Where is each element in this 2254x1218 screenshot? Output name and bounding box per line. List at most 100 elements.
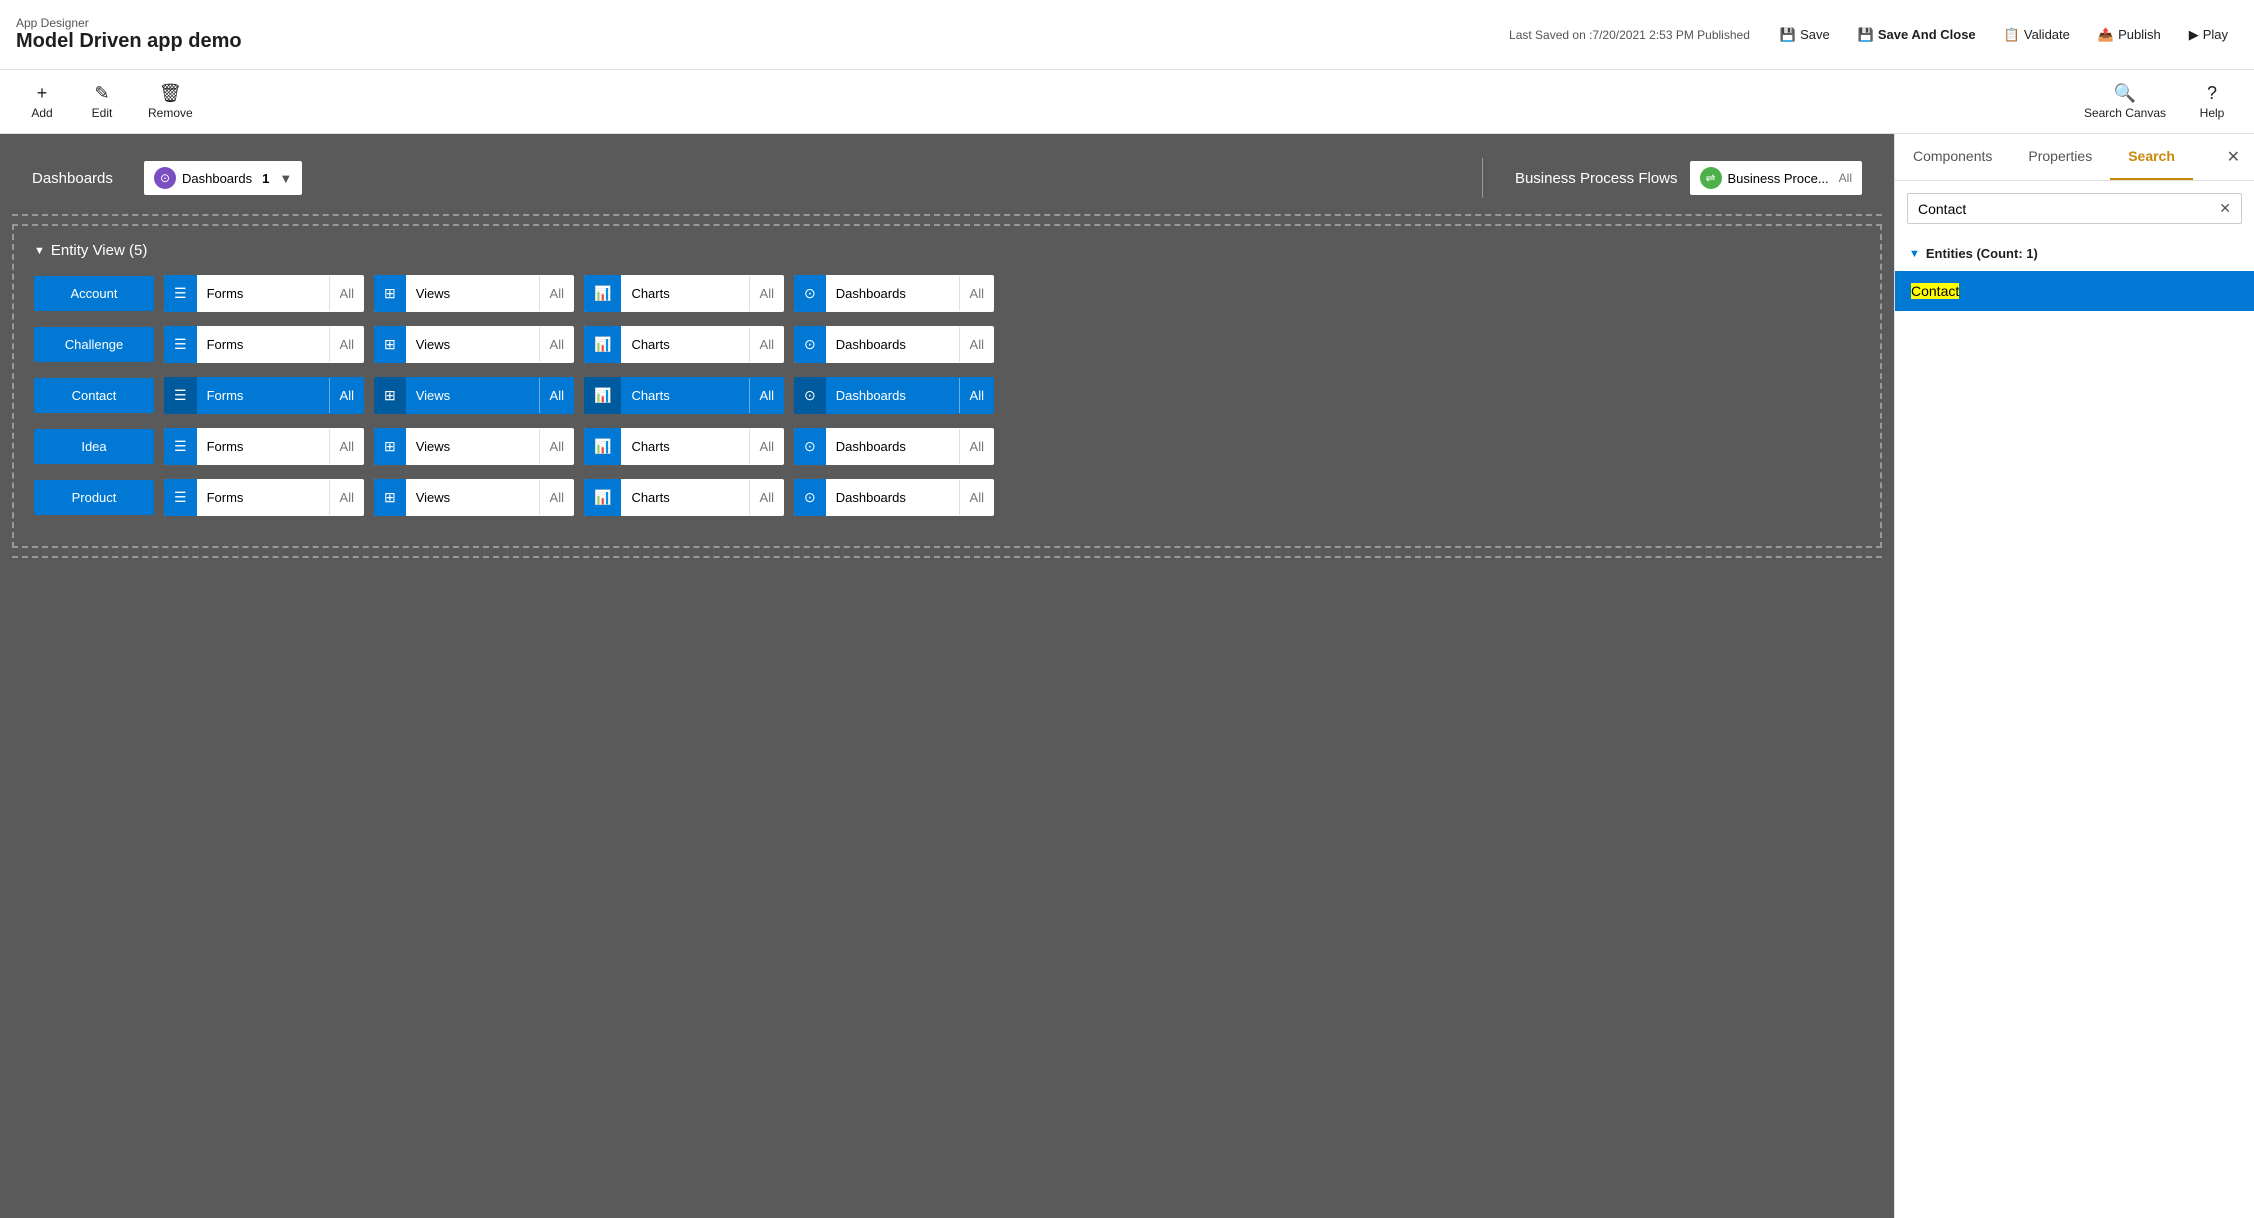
views-all[interactable]: All [539, 429, 574, 464]
save-close-icon: 💾 [1858, 27, 1874, 43]
edit-button[interactable]: ✎ Edit [76, 77, 128, 126]
dashboards-pill-account[interactable]: ⊙ Dashboards All [794, 275, 994, 312]
clear-search-button[interactable]: ✕ [2219, 200, 2231, 217]
forms-label: Forms [197, 429, 329, 464]
views-all[interactable]: All [539, 480, 574, 515]
dashboards-pill[interactable]: ⊙ Dashboards 1 ▼ [144, 161, 302, 195]
entity-name-btn-account[interactable]: Account [34, 276, 154, 311]
views-label: Views [406, 378, 539, 413]
views-label: Views [406, 480, 539, 515]
forms-all[interactable]: All [329, 429, 364, 464]
charts-icon: 📊 [584, 275, 621, 312]
publish-button[interactable]: 📤 Publish [2088, 21, 2171, 49]
entity-view-section: ▼ Entity View (5) Account ☰ Forms All ⊞ … [12, 224, 1882, 548]
canvas[interactable]: Dashboards ⊙ Dashboards 1 ▼ Business Pro… [0, 134, 1894, 1218]
validate-button[interactable]: 📋 Validate [1994, 21, 2080, 49]
dashboards-pill-challenge[interactable]: ⊙ Dashboards All [794, 326, 994, 363]
bpf-pill[interactable]: ⇌ Business Proce... All [1690, 161, 1863, 195]
add-button[interactable]: + Add [16, 77, 68, 126]
bpf-all-label: All [1839, 171, 1852, 185]
tab-components[interactable]: Components [1895, 134, 2010, 180]
dashboards-icon: ⊙ [794, 326, 826, 363]
dashboards-all[interactable]: All [959, 378, 994, 413]
views-icon: ⊞ [374, 326, 406, 363]
entity-row: Account ☰ Forms All ⊞ Views All 📊 Charts… [34, 275, 1860, 312]
forms-pill-contact[interactable]: ☰ Forms All [164, 377, 364, 414]
charts-all[interactable]: All [749, 378, 784, 413]
forms-icon: ☰ [164, 326, 197, 363]
charts-all[interactable]: All [749, 480, 784, 515]
entities-header: ▼ Entities (Count: 1) [1895, 236, 2254, 271]
play-button[interactable]: ▶ Play [2179, 21, 2238, 49]
charts-all[interactable]: All [749, 429, 784, 464]
publish-icon: 📤 [2098, 27, 2114, 43]
dashboards-pill-contact[interactable]: ⊙ Dashboards All [794, 377, 994, 414]
charts-pill-contact[interactable]: 📊 Charts All [584, 377, 784, 414]
charts-all[interactable]: All [749, 276, 784, 311]
views-pill-idea[interactable]: ⊞ Views All [374, 428, 574, 465]
dashboards-pill-product[interactable]: ⊙ Dashboards All [794, 479, 994, 516]
charts-pill-product[interactable]: 📊 Charts All [584, 479, 784, 516]
forms-pill-product[interactable]: ☰ Forms All [164, 479, 364, 516]
search-canvas-button[interactable]: 🔍 Search Canvas [2072, 77, 2178, 126]
entity-view-label: Entity View (5) [51, 242, 147, 259]
forms-pill-idea[interactable]: ☰ Forms All [164, 428, 364, 465]
views-pill-contact[interactable]: ⊞ Views All [374, 377, 574, 414]
views-all[interactable]: All [539, 378, 574, 413]
search-input[interactable] [1918, 201, 2213, 217]
tab-properties[interactable]: Properties [2010, 134, 2110, 180]
forms-all[interactable]: All [329, 327, 364, 362]
entities-collapse-icon[interactable]: ▼ [1909, 248, 1920, 260]
validate-icon: 📋 [2004, 27, 2020, 43]
dashboards-entity-label: Dashboards [826, 480, 959, 515]
entity-name-btn-challenge[interactable]: Challenge [34, 327, 154, 362]
save-and-close-button[interactable]: 💾 Save And Close [1848, 21, 1986, 49]
dashboard-pill-icon: ⊙ [154, 167, 176, 189]
forms-pill-challenge[interactable]: ☰ Forms All [164, 326, 364, 363]
forms-all[interactable]: All [329, 480, 364, 515]
charts-label: Charts [621, 480, 748, 515]
views-all[interactable]: All [539, 276, 574, 311]
search-result-contact[interactable]: Contact [1895, 271, 2254, 311]
entity-name-btn-idea[interactable]: Idea [34, 429, 154, 464]
entity-name-btn-contact[interactable]: Contact [34, 378, 154, 413]
forms-all[interactable]: All [329, 378, 364, 413]
forms-pill-account[interactable]: ☰ Forms All [164, 275, 364, 312]
bpf-pill-label: Business Proce... [1728, 171, 1829, 186]
views-icon: ⊞ [374, 275, 406, 312]
charts-label: Charts [621, 327, 748, 362]
panel-tabs: Components Properties Search ✕ [1895, 134, 2254, 181]
views-all[interactable]: All [539, 327, 574, 362]
save-icon: 💾 [1780, 27, 1796, 43]
charts-pill-challenge[interactable]: 📊 Charts All [584, 326, 784, 363]
views-icon: ⊞ [374, 479, 406, 516]
views-pill-product[interactable]: ⊞ Views All [374, 479, 574, 516]
close-panel-button[interactable]: ✕ [2213, 139, 2254, 175]
top-bar-actions: Last Saved on :7/20/2021 2:53 PM Publish… [1509, 21, 2238, 49]
top-bar: App Designer Model Driven app demo Last … [0, 0, 2254, 70]
tab-search[interactable]: Search [2110, 134, 2193, 180]
help-button[interactable]: ? Help [2186, 77, 2238, 126]
entity-name-btn-product[interactable]: Product [34, 480, 154, 515]
dashboards-all[interactable]: All [959, 429, 994, 464]
dashboards-all[interactable]: All [959, 480, 994, 515]
toolbar: + Add ✎ Edit 🗑 Remove 🔍 Search Canvas ? … [0, 70, 2254, 134]
forms-all[interactable]: All [329, 276, 364, 311]
dashboards-label: Dashboards [32, 170, 132, 187]
dashboards-count: 1 [262, 171, 269, 186]
dashboards-all[interactable]: All [959, 276, 994, 311]
dashboards-all[interactable]: All [959, 327, 994, 362]
forms-icon: ☰ [164, 428, 197, 465]
charts-all[interactable]: All [749, 327, 784, 362]
views-pill-account[interactable]: ⊞ Views All [374, 275, 574, 312]
play-icon: ▶ [2189, 27, 2199, 43]
dashboards-pill-idea[interactable]: ⊙ Dashboards All [794, 428, 994, 465]
save-button[interactable]: 💾 Save [1770, 21, 1840, 49]
views-pill-challenge[interactable]: ⊞ Views All [374, 326, 574, 363]
charts-pill-account[interactable]: 📊 Charts All [584, 275, 784, 312]
charts-icon: 📊 [584, 326, 621, 363]
collapse-arrow-icon[interactable]: ▼ [34, 245, 45, 257]
chevron-down-icon[interactable]: ▼ [279, 171, 292, 186]
charts-pill-idea[interactable]: 📊 Charts All [584, 428, 784, 465]
remove-button[interactable]: 🗑 Remove [136, 77, 205, 126]
